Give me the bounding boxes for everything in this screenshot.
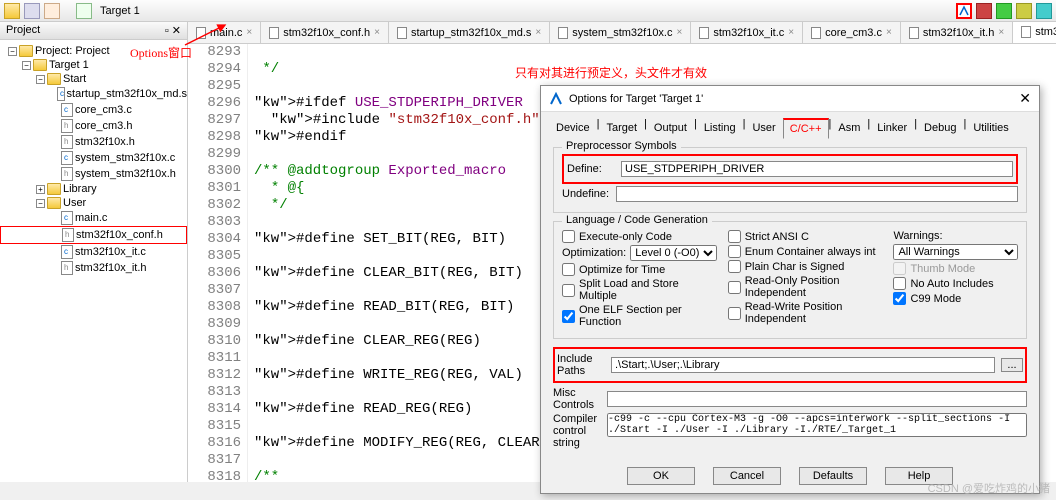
tree-file[interactable]: stm32f10x_it.h — [0, 260, 187, 276]
dialog-tab-output[interactable]: Output — [647, 118, 694, 139]
undefine-input[interactable] — [616, 186, 1018, 202]
tree-file[interactable]: startup_stm32f10x_md.s — [0, 86, 187, 102]
check-split-load-and-store-multiple[interactable] — [562, 284, 575, 297]
options-icon[interactable] — [956, 3, 972, 19]
defaults-button[interactable]: Defaults — [799, 467, 867, 485]
check-thumb-mode[interactable] — [893, 262, 906, 275]
dialog-tab-asm[interactable]: Asm — [831, 118, 867, 139]
dialog-tab-target[interactable]: Target — [599, 118, 644, 139]
options-dialog: Options for Target 'Target 1' ✕ Device |… — [540, 85, 1040, 494]
dialog-tab-device[interactable]: Device — [549, 118, 597, 139]
line-gutter: 8293829482958296829782988299830083018302… — [188, 44, 248, 482]
check-execute-only[interactable] — [562, 230, 575, 243]
check-read-only-position-independent[interactable] — [728, 281, 741, 294]
flash-icon[interactable] — [1036, 3, 1052, 19]
tree-file[interactable]: system_stm32f10x.h — [0, 166, 187, 182]
check-strict-ansi-c[interactable] — [728, 230, 741, 243]
tree-file[interactable]: stm32f10x.h — [0, 134, 187, 150]
close-icon[interactable]: × — [886, 27, 892, 38]
check-plain-char-is-signed[interactable] — [728, 260, 741, 273]
check-optimize-for-time[interactable] — [562, 263, 575, 276]
save-icon[interactable] — [24, 3, 40, 19]
include-paths-input[interactable] — [611, 357, 995, 373]
compiler-string: -c99 -c --cpu Cortex-M3 -g -O0 --apcs=in… — [607, 413, 1027, 437]
tree-file[interactable]: main.c — [0, 210, 187, 226]
dialog-tab-user[interactable]: User — [745, 118, 782, 139]
file-tab[interactable]: stm32f10x_it.h× — [901, 22, 1013, 43]
tree-file[interactable]: system_stm32f10x.c — [0, 150, 187, 166]
file-tab[interactable]: stm32f10x_it.c× — [691, 22, 803, 43]
file-tab[interactable]: stm32f10x.h× — [1013, 22, 1056, 43]
check-enum-container-always-int[interactable] — [728, 245, 741, 258]
include-label: Include Paths — [557, 353, 605, 377]
load-icon[interactable] — [76, 3, 92, 19]
undefine-label: Undefine: — [562, 188, 610, 200]
panel-controls[interactable]: ▫ ✕ — [165, 24, 181, 37]
project-tree[interactable]: − Project: Project− Target 1− Start star… — [0, 40, 187, 482]
dialog-tab-utilities[interactable]: Utilities — [966, 118, 1015, 139]
misc-controls-input[interactable] — [607, 391, 1027, 407]
dialog-tabs[interactable]: Device | Target | Output | Listing | Use… — [541, 112, 1039, 139]
close-icon[interactable]: × — [246, 27, 252, 38]
close-icon[interactable]: × — [788, 27, 794, 38]
dialog-tab-cc[interactable]: C/C++ — [783, 118, 829, 139]
project-title-bar: Project ▫ ✕ — [0, 22, 187, 40]
close-icon[interactable]: × — [535, 27, 541, 38]
compiler-label: Compiler control string — [553, 413, 601, 449]
browse-include-button[interactable]: ... — [1001, 358, 1023, 372]
close-icon[interactable]: × — [998, 27, 1004, 38]
codegen-group: Language / Code Generation Execute-only … — [553, 221, 1027, 339]
watermark: CSDN @爱吃炸鸡的小猪 — [928, 480, 1050, 496]
build-icon[interactable] — [44, 3, 60, 19]
close-icon[interactable]: × — [374, 27, 380, 38]
annotation-predefine: 只有对其进行预定义，头文件才有效 — [515, 64, 707, 81]
dialog-title: Options for Target 'Target 1' — [569, 93, 703, 105]
check-c---mode[interactable] — [893, 292, 906, 305]
define-input[interactable] — [621, 161, 1013, 177]
dialog-tab-listing[interactable]: Listing — [697, 118, 743, 139]
tree-file[interactable]: core_cm3.c — [0, 102, 187, 118]
tree-group-library[interactable]: + Library — [0, 182, 187, 196]
tree-group-user[interactable]: − User — [0, 196, 187, 210]
manage-icon[interactable] — [996, 3, 1012, 19]
project-panel: Project ▫ ✕ − Project: Project− Target 1… — [0, 22, 188, 482]
dialog-icon — [549, 92, 563, 106]
file-tab[interactable]: core_cm3.c× — [803, 22, 901, 43]
preproc-legend: Preprocessor Symbols — [562, 140, 681, 152]
target-selector[interactable]: Target 1 — [100, 5, 140, 17]
cancel-button[interactable]: Cancel — [713, 467, 781, 485]
check-read-write-position-independent[interactable] — [728, 307, 741, 320]
books-icon[interactable] — [976, 3, 992, 19]
dialog-tab-debug[interactable]: Debug — [917, 118, 963, 139]
preprocessor-group: Preprocessor Symbols Define: Undefine: — [553, 147, 1027, 213]
file-tab[interactable]: stm32f10x_conf.h× — [261, 22, 389, 43]
tree-file[interactable]: stm32f10x_conf.h — [0, 226, 187, 244]
file-tab[interactable]: startup_stm32f10x_md.s× — [389, 22, 550, 43]
define-label: Define: — [567, 163, 615, 175]
main-toolbar: Target 1 — [0, 0, 1056, 22]
close-icon[interactable]: ✕ — [1019, 90, 1031, 107]
warnings-label: Warnings: — [893, 230, 942, 242]
dialog-tab-linker[interactable]: Linker — [870, 118, 914, 139]
misc-label: Misc Controls — [553, 387, 601, 411]
open-icon[interactable] — [4, 3, 20, 19]
debug-icon[interactable] — [1016, 3, 1032, 19]
dialog-titlebar[interactable]: Options for Target 'Target 1' ✕ — [541, 86, 1039, 112]
file-tabs[interactable]: main.c×stm32f10x_conf.h×startup_stm32f10… — [188, 22, 1056, 44]
project-title: Project — [6, 24, 40, 37]
arrow-options — [180, 20, 240, 50]
optimization-select[interactable]: Level 0 (-O0) — [630, 245, 717, 261]
close-icon[interactable]: × — [677, 27, 683, 38]
tree-group-start[interactable]: − Start — [0, 72, 187, 86]
check-no-auto-includes[interactable] — [893, 277, 906, 290]
ok-button[interactable]: OK — [627, 467, 695, 485]
warnings-select[interactable]: All Warnings — [893, 244, 1018, 260]
tree-file[interactable]: stm32f10x_it.c — [0, 244, 187, 260]
check-one-elf-section-per-function[interactable] — [562, 310, 575, 323]
tree-file[interactable]: core_cm3.h — [0, 118, 187, 134]
file-tab[interactable]: system_stm32f10x.c× — [550, 22, 691, 43]
codegen-legend: Language / Code Generation — [562, 214, 712, 226]
